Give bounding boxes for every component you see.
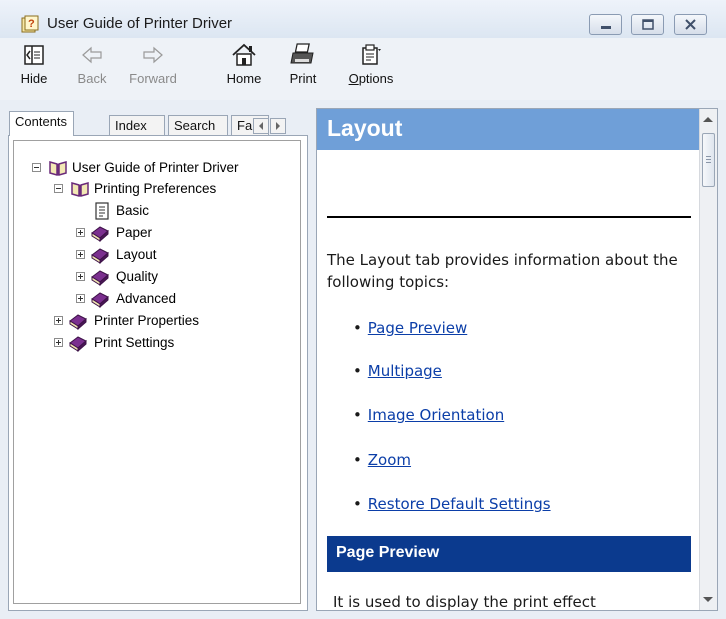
closed-book-icon (69, 314, 87, 330)
forward-arrow-icon (143, 46, 163, 64)
expand-toggle[interactable] (54, 338, 63, 347)
section-heading: Page Preview (336, 544, 440, 561)
page-icon (95, 202, 109, 220)
bullet: • (353, 362, 362, 380)
back-label: Back (77, 71, 107, 86)
tree-node-label: Quality (116, 269, 159, 284)
tab-scroll-left-button[interactable] (253, 118, 269, 134)
scroll-down-icon[interactable] (703, 597, 713, 602)
bullet: • (353, 319, 362, 337)
topic-heading-band: Layout (317, 109, 701, 150)
expand-toggle[interactable] (76, 272, 85, 281)
tree-node-label: Print Settings (94, 335, 175, 350)
svg-text:?: ? (28, 18, 35, 30)
options-label: Options (348, 71, 394, 86)
bullet: • (353, 451, 362, 469)
link-multipage[interactable]: Multipage (368, 362, 442, 380)
expand-toggle[interactable] (76, 294, 85, 303)
scrollbar-thumb[interactable] (702, 133, 715, 187)
vertical-scrollbar[interactable] (699, 109, 717, 610)
link-zoom[interactable]: Zoom (368, 451, 411, 469)
topic-heading: Layout (327, 115, 403, 141)
intro-text: The Layout tab provides information abou… (327, 251, 678, 291)
contents-panel: User Guide of Printer Driver Printing Pr… (8, 135, 308, 611)
tree-node-label: Printing Preferences (94, 181, 217, 196)
home-icon (232, 43, 256, 66)
print-label: Print (289, 71, 317, 86)
tree-node-label: Advanced (116, 291, 177, 306)
grip-line (706, 162, 711, 163)
navigation-pane: Contents Index Search Fa User Guide of P… (8, 108, 308, 611)
scroll-up-icon[interactable] (703, 117, 713, 122)
tree-node-label: Layout (116, 247, 157, 262)
collapse-toggle[interactable] (32, 163, 41, 172)
help-window: ? User Guide of Printer Driver Hide Back… (0, 0, 726, 619)
expand-toggle[interactable] (54, 316, 63, 325)
closed-book-icon (91, 248, 109, 264)
close-button[interactable] (674, 14, 707, 35)
toolbar: Hide Back Forward Home Print Options (0, 38, 726, 100)
window-title: User Guide of Printer Driver (47, 15, 233, 32)
hide-icon (24, 45, 44, 65)
list-item: • Zoom (353, 451, 411, 469)
closed-book-icon (91, 292, 109, 308)
tree-node-label: Basic (116, 203, 150, 218)
closed-book-icon (91, 226, 109, 242)
collapse-toggle[interactable] (54, 184, 63, 193)
chevron-right-icon (276, 122, 280, 130)
minimize-button[interactable] (589, 14, 622, 35)
expand-toggle[interactable] (76, 228, 85, 237)
section-heading-band: Page Preview (327, 536, 691, 572)
close-icon (685, 19, 696, 30)
bullet: • (353, 406, 362, 424)
grip-line (706, 159, 711, 160)
link-image-orientation[interactable]: Image Orientation (368, 406, 504, 424)
contents-tree: User Guide of Printer Driver Printing Pr… (13, 140, 301, 604)
forward-button[interactable]: Forward (124, 40, 182, 86)
options-button[interactable]: Options (345, 40, 397, 86)
back-button[interactable]: Back (72, 40, 112, 86)
list-item: • Page Preview (353, 319, 467, 337)
link-restore-default-settings[interactable]: Restore Default Settings (368, 495, 551, 513)
home-button[interactable]: Home (222, 40, 266, 86)
tab-search[interactable]: Search (168, 115, 228, 135)
title-bar[interactable]: ? User Guide of Printer Driver (0, 0, 726, 38)
expand-toggle[interactable] (76, 250, 85, 259)
list-item: • Restore Default Settings (353, 495, 551, 513)
maximize-icon (642, 19, 654, 30)
minimize-icon (601, 26, 611, 29)
tab-index[interactable]: Index (109, 115, 165, 135)
link-page-preview[interactable]: Page Preview (368, 319, 467, 337)
options-icon (362, 44, 381, 65)
print-button[interactable]: Print (283, 40, 323, 86)
tab-contents[interactable]: Contents (9, 111, 74, 136)
help-file-icon: ? (21, 15, 39, 33)
maximize-button[interactable] (631, 14, 664, 35)
hide-button[interactable]: Hide (17, 40, 51, 86)
closed-book-icon (69, 336, 87, 352)
topic-pane: Layout The Layout tab provides informati… (316, 108, 718, 611)
hide-label: Hide (20, 71, 48, 86)
open-book-icon (71, 182, 89, 197)
grip-line (706, 156, 711, 157)
forward-label: Forward (129, 71, 177, 86)
printer-icon (290, 43, 314, 64)
tree-node-label: User Guide of Printer Driver (72, 160, 239, 175)
back-arrow-icon (82, 46, 102, 64)
open-book-icon (49, 161, 67, 176)
bullet: • (353, 495, 362, 513)
nav-tabs: Contents Index Search Fa (8, 108, 308, 136)
tab-scroll-right-button[interactable] (270, 118, 286, 134)
closed-book-icon (91, 270, 109, 286)
chevron-left-icon (259, 122, 263, 130)
list-item: • Image Orientation (353, 406, 504, 424)
section-text: It is used to display the print effect (333, 593, 596, 611)
list-item: • Multipage (353, 362, 442, 380)
divider (327, 216, 691, 218)
home-label: Home (226, 71, 262, 86)
tree-node-label: Paper (116, 225, 153, 240)
tree-node-label: Printer Properties (94, 313, 200, 328)
